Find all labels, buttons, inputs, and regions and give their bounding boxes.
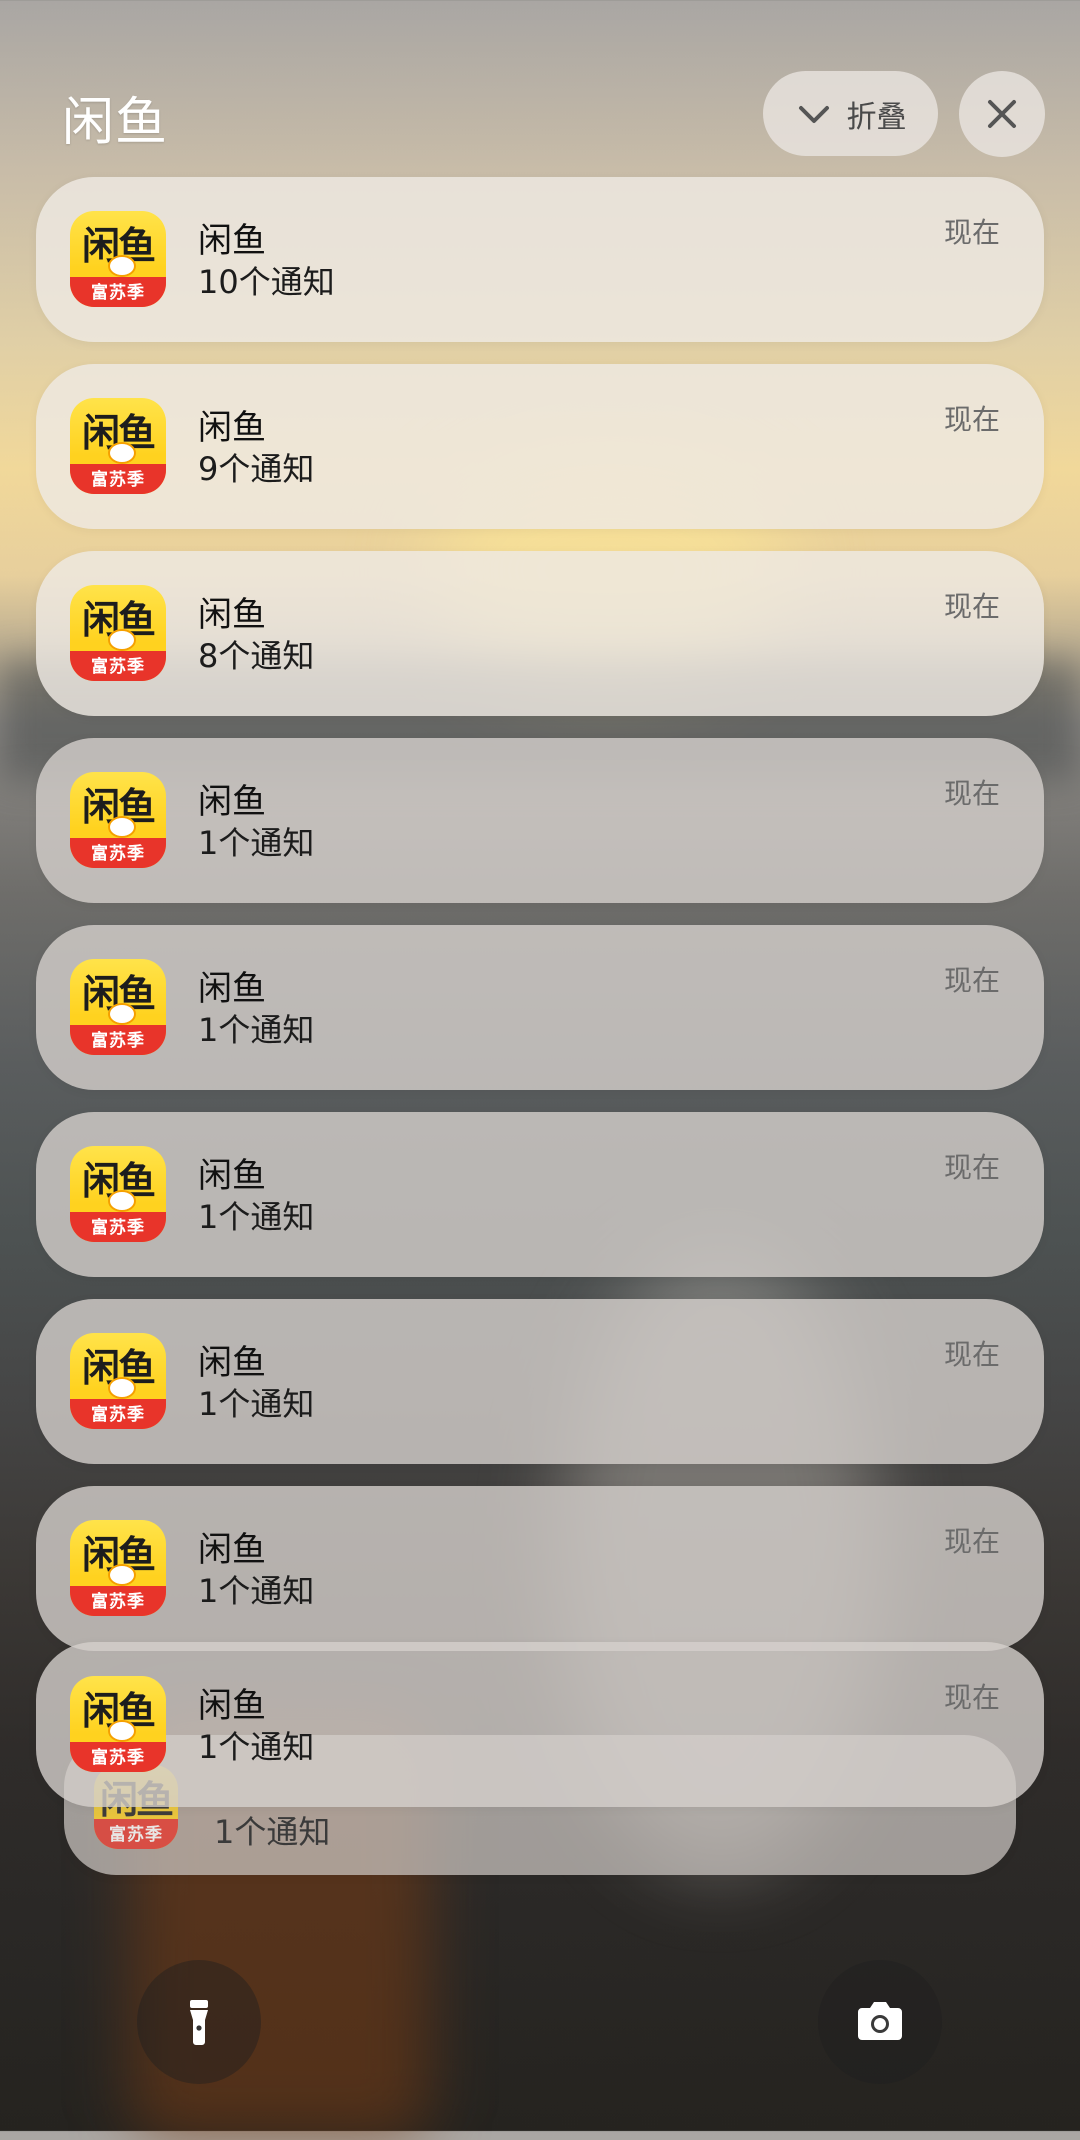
notification-body: 1个通知 bbox=[198, 1728, 315, 1766]
group-title: 闲鱼 bbox=[62, 93, 169, 153]
notification-card[interactable]: 闲鱼 富苏季 闲鱼 1个通知 现在 bbox=[36, 1299, 1044, 1464]
notification-time: 现在 bbox=[943, 1525, 1000, 1558]
notification-card[interactable]: 闲鱼 富苏季 闲鱼 8个通知 现在 bbox=[36, 551, 1044, 716]
notification-app-name: 闲鱼 bbox=[198, 969, 266, 1009]
notification-card[interactable]: 闲鱼 富苏季 闲鱼 10个通知 现在 bbox=[36, 177, 1044, 342]
notification-body: 1个通知 bbox=[198, 1385, 315, 1423]
notification-card[interactable]: 闲鱼 富苏季 闲鱼 1个通知 现在 bbox=[36, 738, 1044, 903]
notification-time: 现在 bbox=[943, 590, 1000, 623]
notification-time: 现在 bbox=[943, 1681, 1000, 1714]
flashlight-icon bbox=[190, 2000, 208, 2045]
camera-icon bbox=[858, 2002, 902, 2040]
notification-body: 1个通知 bbox=[214, 1813, 331, 1851]
notification-card[interactable]: 闲鱼 富苏季 闲鱼 1个通知 现在 bbox=[36, 925, 1044, 1090]
notification-card[interactable]: 闲鱼 富苏季 闲鱼 9个通知 现在 bbox=[36, 364, 1044, 529]
app-icon: 闲鱼 富苏季 bbox=[70, 959, 166, 1055]
app-icon: 闲鱼 富苏季 bbox=[70, 1520, 166, 1616]
flashlight-button[interactable] bbox=[137, 1960, 261, 2084]
notification-body: 1个通知 bbox=[198, 824, 315, 862]
app-icon: 闲鱼 富苏季 bbox=[70, 772, 166, 868]
close-button[interactable] bbox=[959, 71, 1045, 157]
notification-card[interactable]: 闲鱼 富苏季 闲鱼 1个通知 现在 bbox=[36, 1112, 1044, 1277]
notification-app-name: 闲鱼 bbox=[198, 408, 266, 448]
notification-app-name: 闲鱼 bbox=[198, 1686, 266, 1726]
close-icon bbox=[988, 100, 1016, 128]
notification-time: 现在 bbox=[943, 964, 1000, 997]
app-icon: 闲鱼 富苏季 bbox=[70, 211, 166, 307]
notification-card[interactable]: 闲鱼 富苏季 闲鱼 1个通知 现在 bbox=[36, 1642, 1044, 1807]
notification-card[interactable]: 闲鱼 富苏季 闲鱼 1个通知 现在 bbox=[36, 1486, 1044, 1651]
notification-time: 现在 bbox=[943, 1151, 1000, 1184]
app-icon: 闲鱼 富苏季 bbox=[70, 585, 166, 681]
app-icon: 闲鱼 富苏季 bbox=[70, 1676, 166, 1772]
notification-app-name: 闲鱼 bbox=[198, 1530, 266, 1570]
notification-time: 现在 bbox=[943, 216, 1000, 249]
notification-body: 1个通知 bbox=[198, 1572, 315, 1610]
app-icon: 闲鱼 富苏季 bbox=[70, 1333, 166, 1429]
app-icon: 闲鱼 富苏季 bbox=[70, 1146, 166, 1242]
chevron-down-icon bbox=[798, 105, 829, 123]
notification-app-name: 闲鱼 bbox=[198, 1156, 266, 1196]
notification-app-name: 闲鱼 bbox=[198, 782, 266, 822]
notification-app-name: 闲鱼 bbox=[198, 595, 266, 635]
collapse-button[interactable]: 折叠 bbox=[763, 71, 938, 156]
collapse-label: 折叠 bbox=[846, 99, 907, 135]
notification-time: 现在 bbox=[943, 1338, 1000, 1371]
app-icon: 闲鱼 富苏季 bbox=[70, 398, 166, 494]
notification-body: 1个通知 bbox=[198, 1011, 315, 1049]
notification-time: 现在 bbox=[943, 403, 1000, 436]
notification-app-name: 闲鱼 bbox=[198, 1343, 266, 1383]
notification-app-name: 闲鱼 bbox=[198, 221, 266, 261]
camera-button[interactable] bbox=[818, 1960, 942, 2084]
notification-body: 10个通知 bbox=[198, 263, 335, 301]
notification-body: 8个通知 bbox=[198, 637, 315, 675]
notification-body: 9个通知 bbox=[198, 450, 315, 488]
notification-body: 1个通知 bbox=[198, 1198, 315, 1236]
notification-time: 现在 bbox=[943, 777, 1000, 810]
